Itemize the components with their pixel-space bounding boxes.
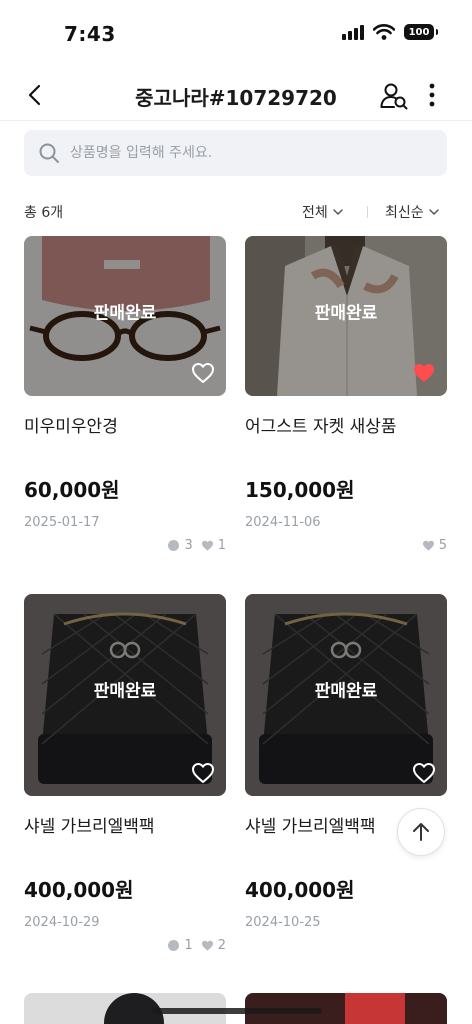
sort-dropdown[interactable]: 최신순 <box>385 202 440 222</box>
sold-badge: 판매완료 <box>314 681 378 702</box>
product-card[interactable]: 판매완료 어그스트 자켓 새상품 150,000원 2024-11-06 5 <box>245 236 447 554</box>
user-search-icon[interactable] <box>378 80 410 112</box>
arrow-up-icon <box>413 823 429 841</box>
product-image: 판매완료 <box>24 236 226 396</box>
signal-icon <box>342 24 364 40</box>
chat-count: 1 <box>184 937 193 953</box>
heart-icon[interactable] <box>190 760 216 786</box>
wifi-icon <box>373 24 395 40</box>
product-title: 미우미우안경 <box>24 417 118 437</box>
product-image: 판매완료 <box>245 236 447 396</box>
home-indicator <box>152 1008 322 1014</box>
heart-filled-icon[interactable] <box>411 360 437 386</box>
product-image: 판매완료 <box>245 594 447 796</box>
product-price: 150,000원 <box>245 478 355 502</box>
product-date: 2024-10-29 <box>24 915 100 930</box>
product-date: 2024-11-06 <box>245 515 321 530</box>
product-card[interactable]: 판매완료 샤넬 가브리엘백팩 400,000원 2024-10-25 <box>245 594 447 930</box>
product-title: 샤넬 가브리엘백팩 <box>24 817 155 837</box>
product-card[interactable]: 판매완료 미우미우안경 60,000원 2025-01-17 3 1 <box>24 236 226 554</box>
search-input[interactable] <box>70 145 410 161</box>
heart-icon <box>201 940 213 950</box>
like-count: 1 <box>217 537 226 553</box>
product-card[interactable]: 판매완료 샤넬 가브리엘백팩 400,000원 2024-10-29 1 2 <box>24 594 226 954</box>
heart-icon[interactable] <box>411 760 437 786</box>
product-price: 400,000원 <box>245 878 355 902</box>
scroll-to-top-button[interactable] <box>397 808 445 856</box>
product-price: 60,000원 <box>24 478 120 502</box>
sold-badge: 판매완료 <box>93 303 157 324</box>
product-stats: 5 <box>245 536 447 554</box>
sold-badge: 판매완료 <box>314 303 378 324</box>
battery-icon: 100 <box>404 24 438 40</box>
nav-bar: 중고나라#10729720 <box>0 70 472 121</box>
like-count: 5 <box>438 537 447 553</box>
sort-label: 최신순 <box>385 205 424 221</box>
chat-count: 3 <box>184 537 193 553</box>
search-icon <box>39 143 59 163</box>
chat-icon <box>168 539 180 551</box>
divider <box>367 206 368 218</box>
heart-icon <box>201 540 213 550</box>
status-time: 7:43 <box>64 22 116 46</box>
chevron-down-icon <box>333 209 343 216</box>
product-price: 400,000원 <box>24 878 134 902</box>
filter-dropdown[interactable]: 전체 <box>302 202 344 222</box>
filter-label: 전체 <box>302 205 328 221</box>
heart-icon[interactable] <box>190 360 216 386</box>
product-stats: 3 1 <box>24 536 226 554</box>
more-options-icon[interactable] <box>420 80 444 112</box>
chat-icon <box>168 939 180 951</box>
status-bar: 7:43 100 <box>0 0 472 70</box>
like-count: 2 <box>217 937 226 953</box>
product-stats: 1 2 <box>24 936 226 954</box>
search-bar[interactable] <box>24 130 447 176</box>
list-header: 총 6개 전체 최신순 <box>24 198 447 224</box>
product-date: 2024-10-25 <box>245 915 321 930</box>
product-date: 2025-01-17 <box>24 515 100 530</box>
product-image: 판매완료 <box>24 594 226 796</box>
sold-badge: 판매완료 <box>93 681 157 702</box>
status-icons: 100 <box>342 24 438 40</box>
heart-icon <box>422 540 434 550</box>
product-title: 어그스트 자켓 새상품 <box>245 417 397 437</box>
chevron-down-icon <box>428 209 439 216</box>
total-count: 총 6개 <box>24 205 64 221</box>
